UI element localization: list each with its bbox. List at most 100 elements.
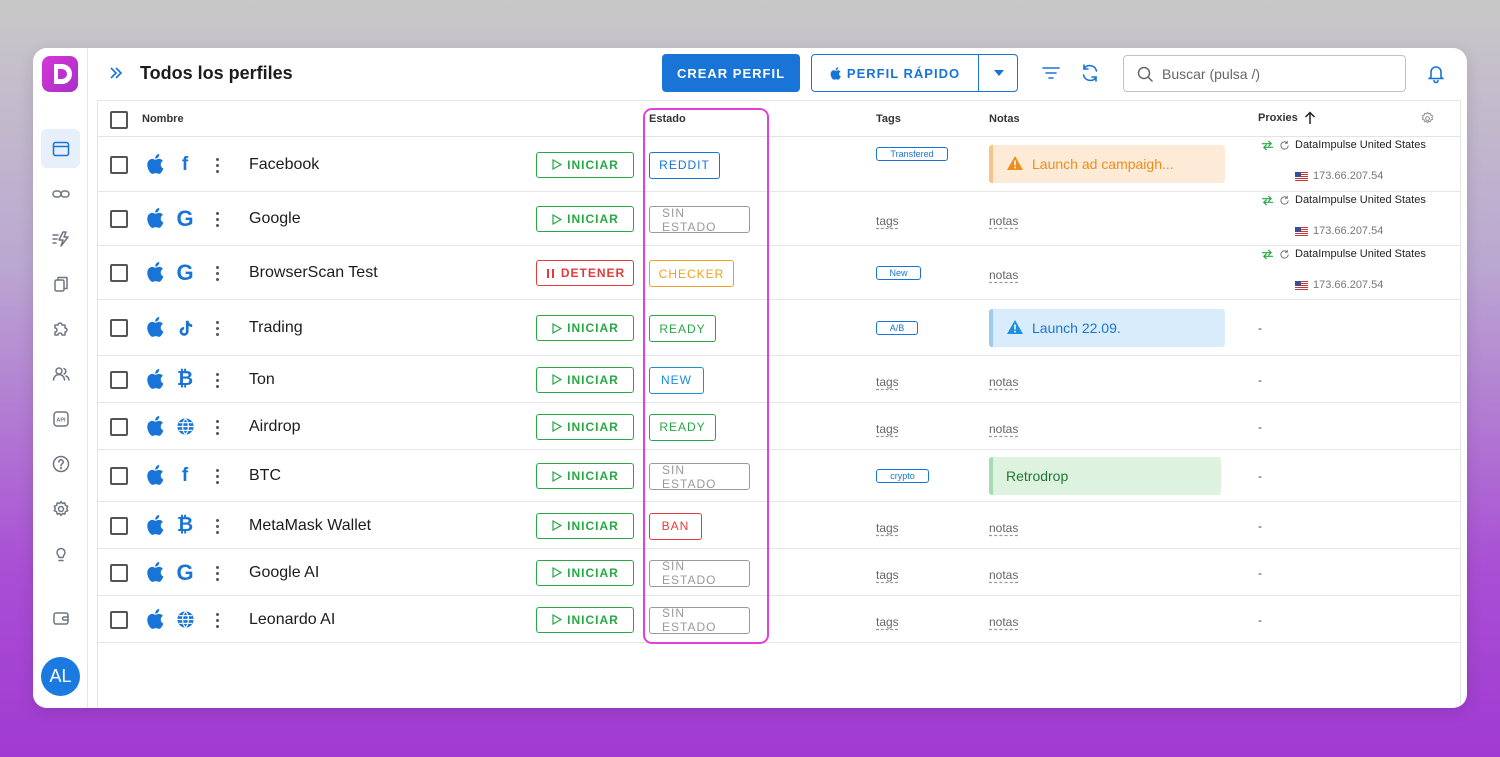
app-logo[interactable] (42, 56, 78, 92)
profile-name[interactable]: Facebook (249, 156, 319, 174)
swap-icon[interactable] (1261, 139, 1274, 151)
more-options-icon[interactable] (214, 565, 220, 581)
proxy-cell[interactable]: DataImpulse United States 173.66.207.54 (1261, 248, 1426, 291)
sidebar-item-extensions[interactable] (41, 309, 80, 348)
tag-chip[interactable]: crypto (876, 469, 929, 483)
row-checkbox[interactable] (110, 417, 128, 436)
quick-profile-button[interactable]: PERFIL RÁPIDO (811, 54, 1018, 92)
table-row[interactable]: G BrowserScan Test DETENER CHECKER New notas … (98, 246, 1460, 300)
tag-chip[interactable]: New (876, 266, 921, 280)
tags-placeholder[interactable]: tags (876, 521, 899, 535)
tags-placeholder[interactable]: tags (876, 568, 899, 582)
notes-placeholder[interactable]: notas (989, 568, 1018, 582)
notes-placeholder[interactable]: notas (989, 214, 1018, 228)
refresh-icon[interactable] (1279, 249, 1290, 260)
row-checkbox[interactable] (110, 319, 128, 337)
profile-name[interactable]: Airdrop (249, 418, 301, 436)
row-checkbox[interactable] (110, 155, 128, 174)
column-settings-icon[interactable] (1420, 111, 1435, 126)
refresh-icon[interactable] (1079, 62, 1101, 84)
notes-placeholder[interactable]: notas (989, 268, 1018, 282)
row-checkbox[interactable] (110, 370, 128, 389)
table-row[interactable]: G Google INICIAR SIN ESTADO tags notas DataIm… (98, 192, 1460, 246)
row-checkbox[interactable] (110, 264, 128, 282)
quick-profile-dropdown[interactable] (979, 55, 1018, 91)
profile-name[interactable]: BrowserScan Test (249, 264, 378, 282)
swap-icon[interactable] (1261, 194, 1274, 206)
notes-placeholder[interactable]: notas (989, 615, 1018, 629)
start-button[interactable]: INICIAR (536, 512, 634, 539)
status-badge[interactable]: SIN ESTADO (649, 463, 750, 491)
avatar[interactable]: AL (41, 657, 80, 696)
table-row[interactable]: f Facebook INICIAR REDDIT Transfered Launch a… (98, 137, 1460, 192)
notes-placeholder[interactable]: notas (989, 375, 1018, 389)
profile-name[interactable]: Google AI (249, 564, 319, 582)
start-button[interactable]: INICIAR (536, 206, 634, 232)
column-notes[interactable]: Notas (989, 113, 1020, 125)
table-row[interactable]: G Google AI INICIAR SIN ESTADO tags notas - (98, 549, 1460, 596)
more-options-icon[interactable] (214, 265, 220, 281)
more-options-icon[interactable] (214, 320, 220, 336)
status-badge[interactable]: READY (649, 315, 716, 342)
table-row[interactable]: Airdrop INICIAR READY tags notas - (98, 403, 1460, 450)
search-field[interactable] (1123, 55, 1406, 92)
start-button[interactable]: INICIAR (536, 559, 634, 586)
swap-icon[interactable] (1261, 248, 1274, 260)
status-badge[interactable]: BAN (649, 512, 702, 540)
status-badge[interactable]: READY (649, 413, 716, 441)
more-options-icon[interactable] (214, 419, 220, 435)
table-row[interactable]: Leonardo AI INICIAR SIN ESTADO tags notas - (98, 596, 1460, 643)
sidebar-item-settings[interactable] (41, 489, 80, 528)
start-button[interactable]: INICIAR (536, 463, 634, 489)
status-badge[interactable]: SIN ESTADO (649, 206, 750, 234)
column-proxies[interactable]: Proxies (1258, 111, 1316, 125)
more-options-icon[interactable] (214, 468, 220, 484)
refresh-icon[interactable] (1279, 140, 1290, 151)
start-button[interactable]: INICIAR (536, 315, 634, 341)
column-name[interactable]: Nombre (142, 113, 184, 125)
row-checkbox[interactable] (110, 467, 128, 485)
row-checkbox[interactable] (110, 563, 128, 582)
sidebar-item-api[interactable]: API (41, 399, 80, 438)
row-checkbox[interactable] (110, 210, 128, 228)
row-checkbox[interactable] (110, 610, 128, 629)
more-options-icon[interactable] (214, 518, 220, 534)
create-profile-button[interactable]: CREAR PERFIL (662, 54, 800, 92)
quick-profile-main[interactable]: PERFIL RÁPIDO (812, 55, 978, 91)
start-button[interactable]: INICIAR (536, 413, 634, 440)
search-input[interactable] (1162, 64, 1392, 84)
filter-icon[interactable] (1040, 62, 1062, 84)
sidebar-item-copy[interactable] (41, 264, 80, 303)
start-button[interactable]: INICIAR (536, 151, 634, 178)
profile-name[interactable]: MetaMask Wallet (249, 517, 371, 535)
sidebar-item-links[interactable] (41, 174, 80, 213)
row-checkbox[interactable] (110, 516, 128, 535)
profile-name[interactable]: Leonardo AI (249, 611, 335, 629)
tags-placeholder[interactable]: tags (876, 214, 899, 228)
table-row[interactable]: Trading INICIAR READY A/B Launch 22.09. - (98, 300, 1460, 356)
tags-placeholder[interactable]: tags (876, 422, 899, 436)
status-badge[interactable]: SIN ESTADO (649, 606, 750, 634)
profile-name[interactable]: Trading (249, 319, 303, 337)
note-box[interactable]: Retrodrop (989, 457, 1221, 495)
sort-arrow-up-icon[interactable] (1304, 111, 1316, 125)
more-options-icon[interactable] (214, 612, 220, 628)
more-options-icon[interactable] (214, 157, 220, 173)
tag-chip[interactable]: Transfered (876, 147, 948, 161)
more-options-icon[interactable] (214, 372, 220, 388)
status-badge[interactable]: REDDIT (649, 151, 720, 179)
bell-icon[interactable] (1425, 62, 1447, 84)
status-badge[interactable]: NEW (649, 366, 704, 394)
table-row[interactable]: f BTC INICIAR SIN ESTADO crypto Retrodrop - (98, 450, 1460, 502)
sidebar-item-wallet[interactable] (41, 598, 80, 637)
profile-name[interactable]: Google (249, 210, 301, 228)
sidebar-item-profiles[interactable] (41, 129, 80, 168)
sidebar-item-tips[interactable] (41, 534, 80, 573)
sidebar-item-help[interactable] (41, 444, 80, 483)
profile-name[interactable]: Ton (249, 371, 275, 389)
start-button[interactable]: INICIAR (536, 606, 634, 633)
table-row[interactable]: ₿ Ton INICIAR NEW tags notas - (98, 356, 1460, 403)
status-badge[interactable]: SIN ESTADO (649, 559, 750, 587)
refresh-icon[interactable] (1279, 195, 1290, 206)
start-button[interactable]: INICIAR (536, 366, 634, 393)
